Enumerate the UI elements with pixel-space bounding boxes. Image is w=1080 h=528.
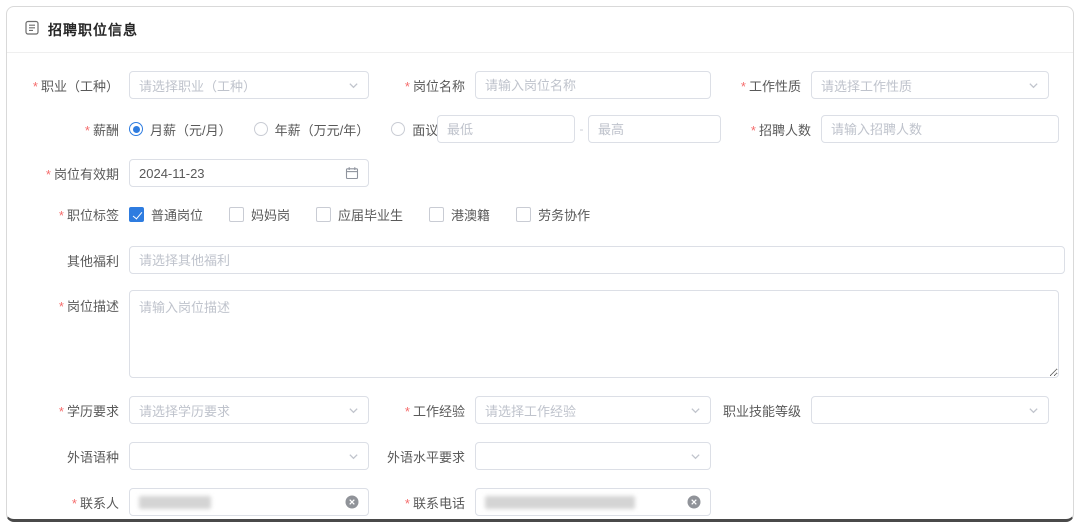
salary-yearly-radio[interactable]: 年薪（万元/年） <box>254 120 370 139</box>
panel-title: 招聘职位信息 <box>48 20 138 40</box>
row-description: *岗位描述 <box>11 290 1059 378</box>
chevron-down-icon <box>1028 80 1039 91</box>
row-contact: *联系人 *联系电话 <box>11 488 1059 516</box>
salary-label: *薪酬 <box>11 120 129 139</box>
language-level-label: 外语水平要求 <box>369 447 475 466</box>
language-level-select[interactable] <box>475 442 711 470</box>
recruitment-form-panel: 招聘职位信息 *职业（工种） 请选择职业（工种） *岗位名称 *工作性质 请选择… <box>6 6 1074 522</box>
description-label: *岗位描述 <box>11 290 129 315</box>
contact-phone-input[interactable] <box>475 488 711 516</box>
row-occupation: *职业（工种） 请选择职业（工种） *岗位名称 *工作性质 请选择工作性质 <box>11 71 1059 99</box>
job-name-label: *岗位名称 <box>369 76 475 95</box>
recruitment-form: *职业（工种） 请选择职业（工种） *岗位名称 *工作性质 请选择工作性质 *薪… <box>7 53 1073 516</box>
occupation-label: *职业（工种） <box>11 76 129 95</box>
valid-date-label: *岗位有效期 <box>11 164 129 183</box>
tag-checkbox-graduate[interactable]: 应届毕业生 <box>316 205 403 224</box>
education-label: *学历要求 <box>11 401 129 420</box>
contact-name-label: *联系人 <box>11 493 129 512</box>
tag-checkbox-hkmo[interactable]: 港澳籍 <box>429 205 490 224</box>
work-nature-select[interactable]: 请选择工作性质 <box>811 71 1049 99</box>
required-mark: * <box>405 404 410 419</box>
circle-close-icon[interactable] <box>687 495 701 509</box>
salary-radio-group: 月薪（元/月） 年薪（万元/年） 面议 <box>129 120 437 139</box>
chevron-down-icon <box>348 80 359 91</box>
valid-date-value: 2024-11-23 <box>139 166 339 181</box>
tags-label: *职位标签 <box>11 205 129 224</box>
required-mark: * <box>59 208 64 223</box>
row-language: 外语语种 外语水平要求 <box>11 442 1059 470</box>
tag-checkbox-normal[interactable]: 普通岗位 <box>129 205 203 224</box>
required-mark: * <box>59 299 64 314</box>
contact-phone-label: *联系电话 <box>369 493 475 512</box>
row-benefits: 其他福利 <box>11 246 1059 274</box>
salary-range-separator: - <box>575 122 588 136</box>
salary-negotiable-radio[interactable]: 面议 <box>391 120 438 139</box>
required-mark: * <box>751 123 756 138</box>
required-mark: * <box>405 496 410 511</box>
required-mark: * <box>59 404 64 419</box>
description-textarea[interactable] <box>129 290 1059 378</box>
foreign-language-select[interactable] <box>129 442 369 470</box>
chevron-down-icon <box>690 405 701 416</box>
required-mark: * <box>72 496 77 511</box>
checkbox-icon <box>229 207 244 222</box>
checkbox-icon <box>316 207 331 222</box>
redacted-contact-phone <box>485 496 635 509</box>
chevron-down-icon <box>348 451 359 462</box>
row-education: *学历要求 请选择学历要求 *工作经验 请选择工作经验 职业技能等级 <box>11 396 1059 424</box>
radio-icon <box>391 122 405 136</box>
circle-close-icon[interactable] <box>345 495 359 509</box>
checkbox-checked-icon <box>129 207 144 222</box>
required-mark: * <box>741 79 746 94</box>
salary-min-input[interactable] <box>437 115 575 143</box>
row-tags: *职位标签 普通岗位 妈妈岗 应届毕业生 港澳籍 劳务协作 <box>11 205 1059 224</box>
occupation-select[interactable]: 请选择职业（工种） <box>129 71 369 99</box>
salary-max-input[interactable] <box>588 115 721 143</box>
contact-name-input[interactable] <box>129 488 369 516</box>
salary-monthly-radio[interactable]: 月薪（元/月） <box>129 120 232 139</box>
checkbox-icon <box>429 207 444 222</box>
panel-header: 招聘职位信息 <box>7 7 1073 53</box>
experience-select[interactable]: 请选择工作经验 <box>475 396 711 424</box>
row-valid-date: *岗位有效期 2024-11-23 <box>11 159 1059 187</box>
skill-level-label: 职业技能等级 <box>711 401 811 420</box>
benefits-input[interactable] <box>129 246 1065 274</box>
chevron-down-icon <box>348 405 359 416</box>
required-mark: * <box>33 79 38 94</box>
required-mark: * <box>85 123 90 138</box>
experience-label: *工作经验 <box>369 401 475 420</box>
required-mark: * <box>46 167 51 182</box>
benefits-label: 其他福利 <box>11 251 129 270</box>
headcount-input[interactable] <box>821 115 1059 143</box>
foreign-language-label: 外语语种 <box>11 447 129 466</box>
calendar-icon <box>345 166 359 180</box>
radio-icon <box>254 122 268 136</box>
row-salary: *薪酬 月薪（元/月） 年薪（万元/年） 面议 - *招聘人数 <box>11 115 1059 143</box>
chevron-down-icon <box>690 451 701 462</box>
headcount-label: *招聘人数 <box>721 120 821 139</box>
required-mark: * <box>405 79 410 94</box>
redacted-contact-name <box>139 496 211 509</box>
document-icon <box>25 20 39 40</box>
valid-date-input[interactable]: 2024-11-23 <box>129 159 369 187</box>
chevron-down-icon <box>1028 405 1039 416</box>
job-name-input[interactable] <box>475 71 711 99</box>
education-select[interactable]: 请选择学历要求 <box>129 396 369 424</box>
tag-checkbox-labor[interactable]: 劳务协作 <box>516 205 590 224</box>
work-nature-label: *工作性质 <box>711 76 811 95</box>
tag-checkbox-mother[interactable]: 妈妈岗 <box>229 205 290 224</box>
checkbox-icon <box>516 207 531 222</box>
radio-selected-icon <box>129 122 143 136</box>
skill-level-select[interactable] <box>811 396 1049 424</box>
